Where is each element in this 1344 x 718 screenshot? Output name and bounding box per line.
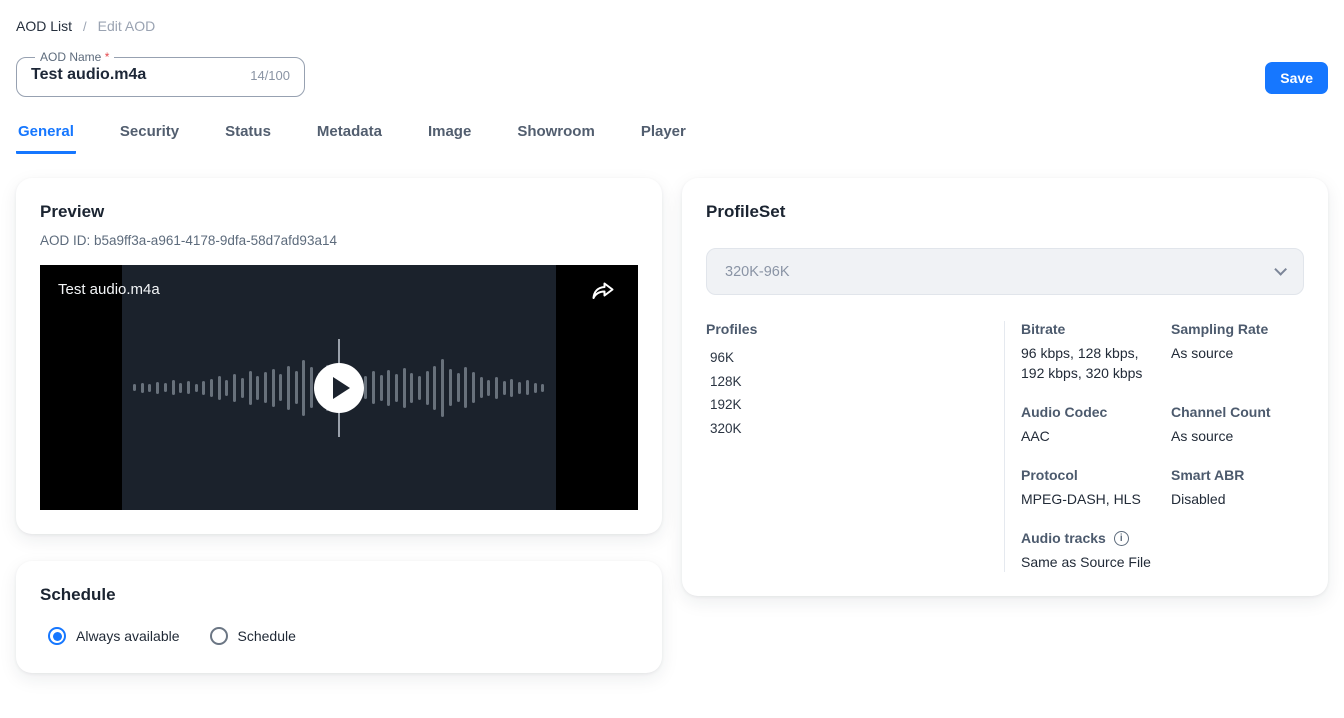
radio-label: Schedule xyxy=(238,628,296,644)
profileset-title: ProfileSet xyxy=(706,202,1304,222)
breadcrumb-separator: / xyxy=(83,19,87,34)
profileset-select[interactable]: 320K-96K xyxy=(706,248,1304,295)
preview-title: Preview xyxy=(40,202,638,222)
breadcrumb: AOD List / Edit AOD xyxy=(16,0,1328,34)
detail-protocol: Protocol MPEG-DASH, HLS xyxy=(1021,467,1171,509)
vertical-divider xyxy=(1004,321,1005,572)
profiles-header: Profiles xyxy=(706,321,1004,337)
tab-general[interactable]: General xyxy=(16,123,76,154)
breadcrumb-edit-aod: Edit AOD xyxy=(98,18,156,34)
profile-item: 192K xyxy=(706,393,1004,417)
share-icon[interactable] xyxy=(590,279,616,303)
profileset-details: Profiles 96K 128K 192K 320K Bitrate 96 k… xyxy=(706,321,1304,572)
play-icon xyxy=(333,377,350,399)
detail-bitrate: Bitrate 96 kbps, 128 kbps, 192 kbps, 320… xyxy=(1021,321,1171,383)
page: AOD List / Edit AOD AOD Name * 14/100 Sa… xyxy=(0,0,1344,673)
tab-player[interactable]: Player xyxy=(639,123,688,154)
detail-sampling-rate: Sampling Rate As source xyxy=(1171,321,1304,383)
radio-label: Always available xyxy=(76,628,180,644)
tab-bar: General Security Status Metadata Image S… xyxy=(16,123,1328,155)
breadcrumb-aod-list-link[interactable]: AOD List xyxy=(16,18,72,34)
chevron-down-icon xyxy=(1274,263,1287,276)
audio-player[interactable]: Test audio.m4a xyxy=(40,265,638,510)
aod-name-label: AOD Name * xyxy=(35,50,114,64)
tab-status[interactable]: Status xyxy=(223,123,273,154)
schedule-title: Schedule xyxy=(40,585,638,605)
detail-audio-codec: Audio Codec AAC xyxy=(1021,404,1171,446)
radio-schedule[interactable]: Schedule xyxy=(210,627,296,645)
detail-empty xyxy=(1171,530,1304,572)
aod-name-field[interactable]: AOD Name * 14/100 xyxy=(16,50,305,97)
tab-showroom[interactable]: Showroom xyxy=(515,123,597,154)
detail-channel-count: Channel Count As source xyxy=(1171,404,1304,446)
profileset-card: ProfileSet 320K-96K Profiles 96K 128K 19… xyxy=(682,178,1328,596)
player-media-title: Test audio.m4a xyxy=(58,281,160,298)
schedule-options: Always available Schedule xyxy=(40,627,638,645)
detail-audio-tracks: Audio tracks i Same as Source File xyxy=(1021,530,1171,572)
save-button[interactable]: Save xyxy=(1265,62,1328,94)
profiles-column: Profiles 96K 128K 192K 320K xyxy=(706,321,1004,572)
info-icon[interactable]: i xyxy=(1114,531,1129,546)
detail-smart-abr: Smart ABR Disabled xyxy=(1171,467,1304,509)
preview-card: Preview AOD ID: b5a9ff3a-a961-4178-9dfa-… xyxy=(16,178,662,534)
form-header-row: AOD Name * 14/100 Save xyxy=(16,50,1328,97)
schedule-card: Schedule Always available Schedule xyxy=(16,561,662,673)
radio-always-available[interactable]: Always available xyxy=(48,627,180,645)
profile-item: 320K xyxy=(706,417,1004,441)
radio-unselected-icon[interactable] xyxy=(210,627,228,645)
radio-selected-icon[interactable] xyxy=(48,627,66,645)
profile-item: 96K xyxy=(706,346,1004,370)
play-button[interactable] xyxy=(314,363,364,413)
tab-metadata[interactable]: Metadata xyxy=(315,123,384,154)
aod-name-input[interactable] xyxy=(31,66,221,84)
char-counter: 14/100 xyxy=(250,68,290,83)
tab-image[interactable]: Image xyxy=(426,123,473,154)
aod-id-text: AOD ID: b5a9ff3a-a961-4178-9dfa-58d7afd9… xyxy=(40,233,638,248)
tab-security[interactable]: Security xyxy=(118,123,181,154)
required-asterisk: * xyxy=(105,50,110,64)
profileset-selected-value: 320K-96K xyxy=(725,264,790,280)
profile-item: 128K xyxy=(706,370,1004,394)
